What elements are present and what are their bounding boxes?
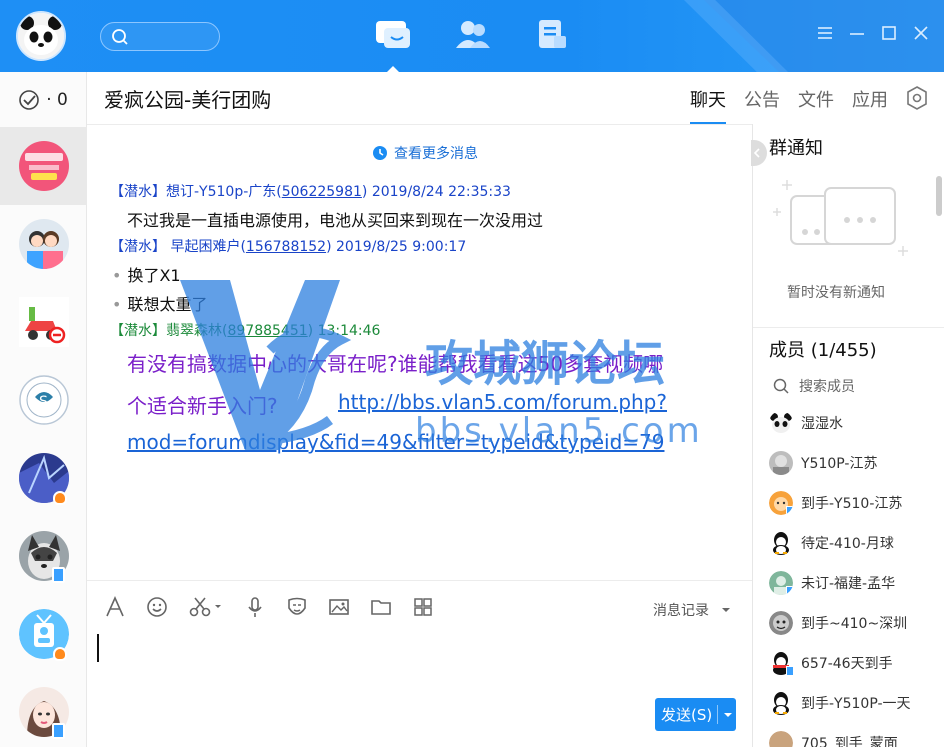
group-info-panel: 群通知 暂时没有新通知 成员 (1/455) 搜索成员 湿湿水 Y510P-江苏…: [751, 124, 944, 747]
member-item[interactable]: 到手-Y510-江苏: [769, 488, 902, 518]
device-badge-icon: [52, 567, 65, 583]
conversation-item[interactable]: [0, 595, 87, 673]
member-item[interactable]: 待定-410-月球: [769, 528, 894, 558]
message-history-button[interactable]: 消息记录: [653, 600, 733, 620]
member-avatar: [769, 731, 793, 747]
collapse-panel-button[interactable]: [751, 140, 767, 166]
member-avatar: [769, 571, 793, 595]
conversation-item[interactable]: [0, 283, 87, 361]
conversation-sidebar: · 0 S: [0, 72, 87, 747]
member-item[interactable]: Y510P-江苏: [769, 448, 877, 478]
members-title: 成员 (1/455): [769, 340, 877, 361]
tab-apps[interactable]: 应用: [852, 86, 888, 124]
group-avatar: S: [18, 375, 69, 425]
settings-hexagon-icon[interactable]: [906, 86, 928, 114]
search-icon: [773, 378, 789, 394]
conversation-item[interactable]: S: [0, 361, 87, 439]
search-icon: [112, 29, 128, 45]
input-toolbar: [104, 596, 454, 618]
member-list-scrollbar[interactable]: [936, 176, 942, 216]
message-link[interactable]: mod=forumdisplay&fid=49&filter=typeid&ty…: [127, 430, 664, 454]
mask-icon[interactable]: [286, 596, 308, 618]
member-avatar: [769, 651, 793, 675]
message-text: 有没有搞数据中心的大哥在呢?谁能帮我看看这50多套视频哪: [127, 352, 664, 376]
member-search[interactable]: 搜索成员: [773, 376, 855, 396]
conversation-item[interactable]: [0, 673, 87, 747]
sender-uid[interactable]: 897885451: [227, 323, 307, 339]
unread-counter[interactable]: · 0: [0, 72, 86, 127]
tab-chat[interactable]: 聊天: [690, 86, 726, 124]
member-avatar: [769, 411, 793, 435]
svg-text:S: S: [39, 394, 48, 410]
member-item[interactable]: 未订-福建-孟华: [769, 568, 895, 598]
view-more-messages-link[interactable]: 查看更多消息: [372, 143, 478, 163]
message-link[interactable]: http://bbs.vlan5.com/forum.php?: [338, 390, 667, 414]
sender-name[interactable]: 翡翠森林: [166, 323, 222, 339]
close-icon[interactable]: [912, 24, 930, 42]
chevron-down-icon[interactable]: [723, 711, 733, 719]
message-header: 【潜水】想订-Y510p-广东(506225981) 2019/8/24 22:…: [110, 184, 511, 200]
tab-announcement[interactable]: 公告: [744, 86, 780, 124]
message-text: 个适合新手入门?: [127, 394, 278, 418]
member-avatar: [769, 611, 793, 635]
minimize-icon[interactable]: [848, 24, 866, 42]
member-item[interactable]: 705_到手_蒙面: [769, 728, 898, 747]
sender-name[interactable]: 想订-Y510p-广东: [166, 184, 276, 200]
font-icon[interactable]: [104, 596, 126, 618]
member-item[interactable]: 湿湿水: [769, 408, 843, 438]
member-avatar: [769, 491, 793, 515]
chevron-down-icon: [722, 608, 731, 612]
search-input[interactable]: [100, 22, 220, 51]
member-avatar: [769, 531, 793, 555]
notification-bell-icon: [53, 647, 67, 661]
emoji-icon[interactable]: [146, 596, 168, 618]
empty-notice-illustration: [773, 174, 923, 278]
clock-icon: [373, 146, 387, 160]
group-avatar: [18, 297, 69, 347]
screenshot-scissors-icon[interactable]: [188, 596, 224, 618]
message-text: • 换了X1: [112, 266, 181, 285]
group-avatar: [18, 219, 69, 269]
member-item[interactable]: 到手~410~深圳: [769, 608, 907, 638]
user-avatar[interactable]: [16, 11, 66, 61]
message-header: 【潜水】 早起困难户(156788152) 2019/8/25 9:00:17: [110, 239, 467, 255]
member-item[interactable]: 到手-Y510P-一天: [769, 688, 911, 718]
chat-title: 爱疯公园-美行团购: [104, 88, 272, 112]
conversation-item[interactable]: [0, 439, 87, 517]
message-text: 不过我是一直插电源使用，电池从买回来到现在一次没用过: [127, 211, 544, 230]
member-item[interactable]: 657-46天到手: [769, 648, 893, 678]
maximize-icon[interactable]: [880, 24, 898, 42]
send-button[interactable]: 发送(S): [655, 698, 736, 731]
apps-grid-icon[interactable]: [412, 596, 434, 618]
member-avatar: [769, 691, 793, 715]
message-header: 【潜水】翡翠森林(897885451) 13:14:46: [110, 323, 381, 339]
folder-icon[interactable]: [370, 596, 392, 618]
tab-files[interactable]: 文件: [798, 86, 834, 124]
menu-icon[interactable]: [816, 24, 834, 42]
conversation-item[interactable]: [0, 205, 87, 283]
sender-uid[interactable]: 506225981: [282, 184, 362, 200]
title-bar: [0, 0, 944, 72]
nav-apps-icon[interactable]: [536, 18, 574, 56]
member-avatar: [769, 451, 793, 475]
conversation-item[interactable]: [0, 517, 87, 595]
sender-uid[interactable]: 156788152: [246, 239, 326, 255]
nav-contacts-icon[interactable]: [454, 18, 492, 56]
message-input[interactable]: [97, 634, 99, 662]
microphone-icon[interactable]: [244, 596, 266, 618]
notice-empty-text: 暂时没有新通知: [787, 285, 885, 301]
notification-bell-icon: [53, 491, 67, 505]
device-badge-icon: [52, 723, 65, 739]
message-text: • 联想太重了: [112, 295, 208, 314]
group-notice-title: 群通知: [769, 138, 823, 159]
chat-tabs: 聊天 公告 文件 应用: [690, 86, 906, 124]
nav-messages-icon[interactable]: [374, 18, 412, 72]
group-avatar: [18, 141, 69, 191]
check-circle-icon: [19, 89, 39, 110]
sender-name[interactable]: 早起困难户: [170, 239, 240, 255]
conversation-item[interactable]: [0, 127, 87, 205]
image-icon[interactable]: [328, 596, 350, 618]
